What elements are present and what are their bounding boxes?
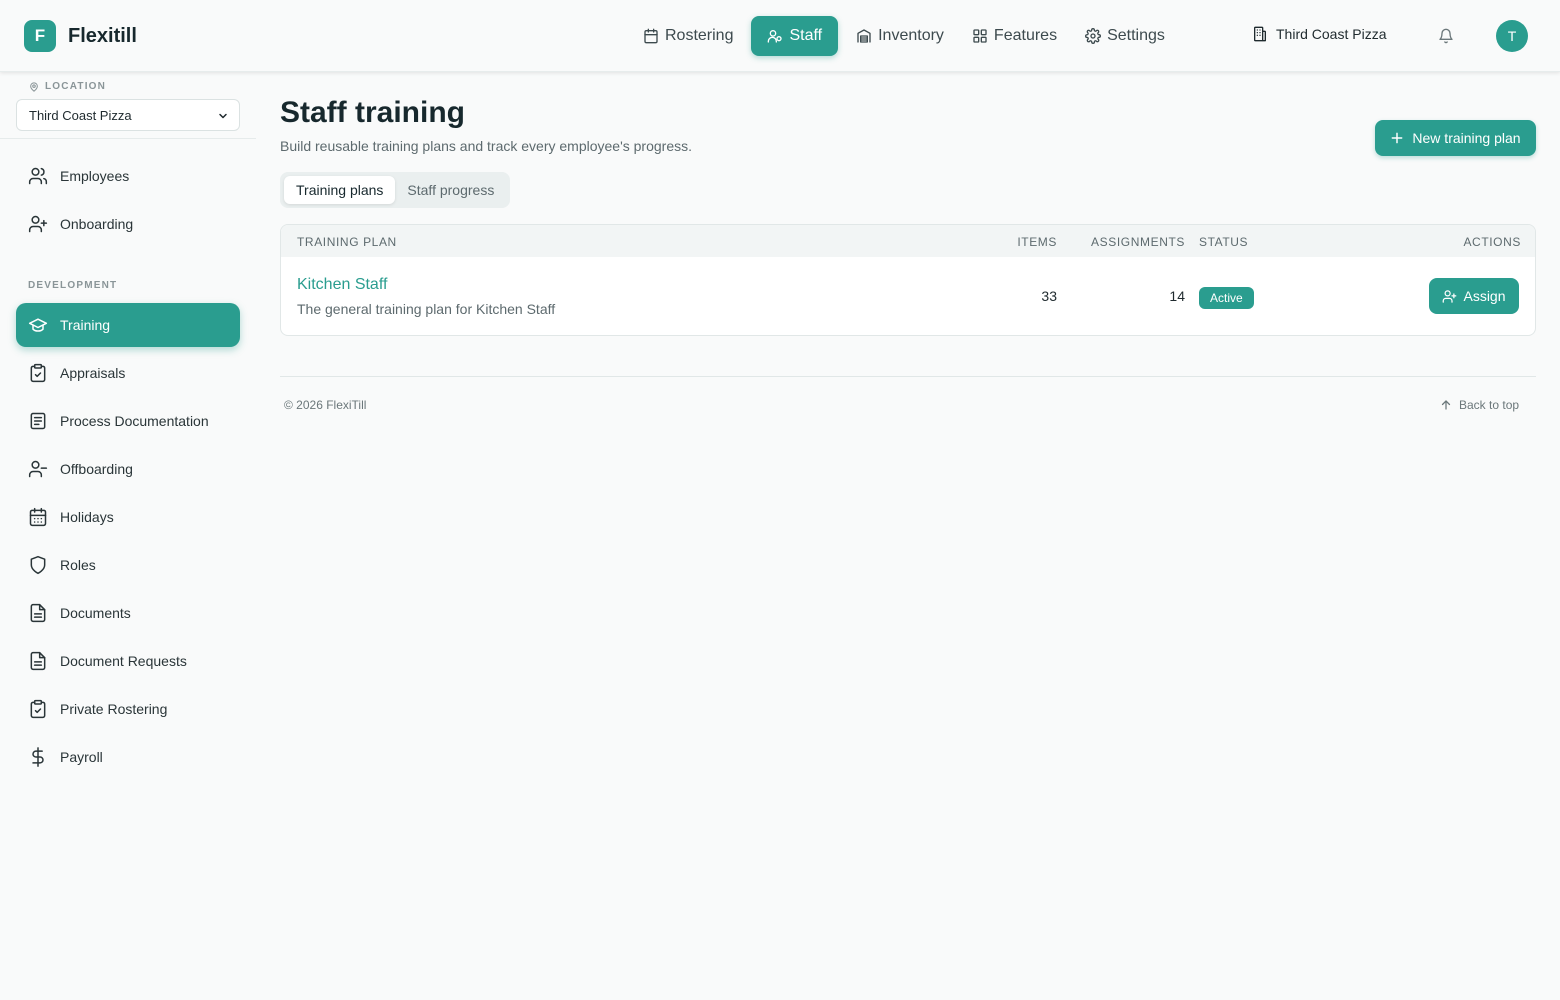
graduation-cap-icon [28, 318, 48, 332]
plan-name-link[interactable]: Kitchen Staff [297, 276, 387, 294]
main-nav: Rostering Staff Inventory Features Setti… [633, 16, 1183, 56]
file-text-icon [30, 603, 46, 623]
sidebar-item-label: Payroll [60, 749, 103, 765]
tab-staff-progress[interactable]: Staff progress [395, 176, 506, 204]
page-subtitle: Build reusable training plans and track … [280, 138, 693, 154]
map-pin-icon [30, 81, 38, 92]
nav-inventory[interactable]: Inventory [846, 16, 954, 56]
user-plus-icon [1443, 289, 1457, 303]
plan-description: The general training plan for Kitchen St… [297, 301, 556, 317]
location-select-value: Third Coast Pizza [29, 107, 132, 123]
sidebar-item-label: Offboarding [60, 461, 133, 477]
nav-rostering[interactable]: Rostering [633, 16, 743, 56]
calendar-days-icon [29, 507, 47, 527]
chevron-down-icon [219, 113, 227, 119]
sidebar-item-holidays[interactable]: Holidays [16, 495, 240, 539]
sidebar: LOCATION Third Coast Pizza Employees Onb… [0, 72, 256, 1000]
new-training-plan-button[interactable]: New training plan [1375, 120, 1536, 156]
calendar-icon [644, 28, 658, 44]
tab-training-plans[interactable]: Training plans [284, 176, 396, 204]
sidebar-item-label: Employees [60, 168, 130, 184]
copyright-text: © 2026 FlexiTill [284, 398, 367, 412]
sidebar-item-employees[interactable]: Employees [16, 154, 240, 198]
sidebar-item-label: Documents [60, 605, 131, 621]
assign-button-label: Assign [1463, 288, 1506, 304]
location-label: LOCATION [29, 81, 106, 92]
assign-button[interactable]: Assign [1429, 278, 1519, 314]
user-plus-icon [28, 215, 48, 233]
shield-icon [30, 555, 46, 575]
store-name: Third Coast Pizza [1276, 26, 1387, 42]
sidebar-item-label: Holidays [60, 509, 114, 525]
nav-staff[interactable]: Staff [751, 16, 839, 56]
column-header-items: ITEMS [1017, 235, 1057, 249]
location-label-text: LOCATION [45, 81, 107, 92]
sidebar-item-payroll[interactable]: Payroll [16, 735, 240, 779]
nav-label: Inventory [878, 27, 944, 44]
grid-icon [973, 29, 987, 43]
footer-divider [280, 376, 1536, 377]
sidebar-item-roles[interactable]: Roles [16, 543, 240, 587]
users-icon [768, 30, 783, 43]
sidebar-item-offboarding[interactable]: Offboarding [16, 447, 240, 491]
sidebar-item-label: Roles [60, 557, 96, 573]
nav-features[interactable]: Features [962, 16, 1067, 56]
sidebar-item-document-requests[interactable]: Document Requests [16, 639, 240, 683]
bell-icon[interactable] [1438, 28, 1454, 44]
clipboard-check-icon [30, 699, 46, 719]
plus-icon [1392, 132, 1403, 144]
nav-label: Staff [789, 27, 823, 44]
clipboard-check-icon [30, 363, 46, 383]
sidebar-item-label: Private Rostering [60, 701, 168, 717]
nav-label: Features [993, 27, 1058, 44]
brand-logo: F [24, 20, 56, 52]
sidebar-item-label: Training [60, 317, 111, 333]
file-text-icon [30, 651, 46, 671]
dollar-icon [32, 747, 44, 767]
table-header: TRAINING PLAN ITEMS ASSIGNMENTS STATUS A… [281, 225, 1535, 257]
plan-assignments-count: 14 [1169, 288, 1185, 304]
user-avatar[interactable]: T [1496, 20, 1528, 52]
sidebar-item-label: Appraisals [60, 365, 126, 381]
column-header-assignments: ASSIGNMENTS [1091, 235, 1185, 249]
document-lines-icon [30, 412, 46, 430]
location-select[interactable]: Third Coast Pizza [16, 99, 240, 131]
users-icon [28, 167, 48, 185]
training-plans-table: TRAINING PLAN ITEMS ASSIGNMENTS STATUS A… [280, 224, 1536, 336]
nav-label: Rostering [665, 27, 734, 44]
back-to-top-label: Back to top [1459, 398, 1520, 412]
gear-icon [1085, 28, 1101, 44]
sidebar-item-label: Process Documentation [60, 413, 209, 429]
column-header-status: STATUS [1199, 235, 1249, 249]
sidebar-item-process-documentation[interactable]: Process Documentation [16, 399, 240, 443]
column-header-actions: ACTIONS [1463, 235, 1521, 249]
store-switcher[interactable]: Third Coast Pizza [1252, 26, 1386, 42]
status-badge: Active [1199, 287, 1254, 309]
plan-items-count: 33 [1041, 288, 1057, 304]
table-row: Kitchen Staff The general training plan … [281, 257, 1535, 335]
sidebar-item-label: Document Requests [60, 653, 187, 669]
sidebar-item-training[interactable]: Training [16, 303, 240, 347]
top-navbar: F Flexitill Rostering Staff Inventory Fe… [0, 0, 1560, 72]
section-label-development: DEVELOPMENT [28, 280, 118, 291]
sidebar-divider [0, 138, 256, 139]
column-header-training-plan: TRAINING PLAN [297, 235, 397, 249]
page-title: Staff training [280, 96, 465, 129]
tab-list: Training plans Staff progress [280, 172, 511, 208]
new-training-plan-label: New training plan [1412, 130, 1521, 146]
nav-settings[interactable]: Settings [1075, 16, 1175, 56]
user-minus-icon [28, 460, 48, 478]
arrow-up-icon [1441, 400, 1451, 410]
sidebar-item-label: Onboarding [60, 216, 134, 232]
building-icon [1254, 26, 1266, 42]
sidebar-item-private-rostering[interactable]: Private Rostering [16, 687, 240, 731]
sidebar-item-appraisals[interactable]: Appraisals [16, 351, 240, 395]
brand-name: Flexitill [68, 24, 137, 47]
nav-label: Settings [1107, 27, 1165, 44]
brand[interactable]: F Flexitill [24, 20, 137, 52]
sidebar-item-onboarding[interactable]: Onboarding [16, 202, 240, 246]
back-to-top-link[interactable]: Back to top [1440, 398, 1519, 412]
sidebar-item-documents[interactable]: Documents [16, 591, 240, 635]
warehouse-icon [857, 29, 871, 43]
